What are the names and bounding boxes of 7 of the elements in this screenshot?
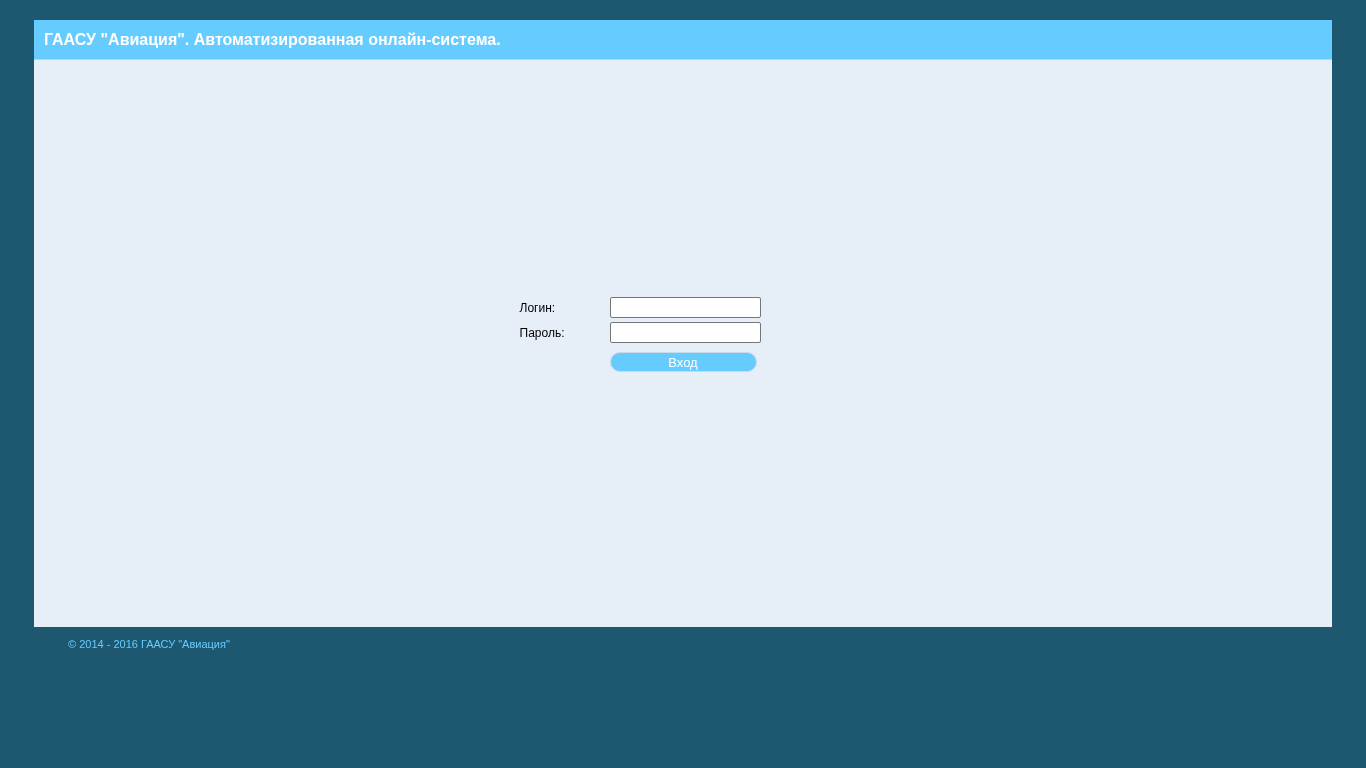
field-label: Логин: bbox=[519, 299, 557, 317]
field-label: Пароль: bbox=[519, 324, 566, 342]
page-title: ГААСУ "Авиация". Автоматизированная онлайн-система. bbox=[44, 29, 501, 50]
copyright-text: © 2014 - 2016 ГААСУ "Авиация" bbox=[68, 637, 231, 652]
input-field[interactable] bbox=[609, 322, 761, 343]
input-field[interactable] bbox=[609, 297, 761, 318]
login-button[interactable]: Вход bbox=[609, 352, 757, 372]
